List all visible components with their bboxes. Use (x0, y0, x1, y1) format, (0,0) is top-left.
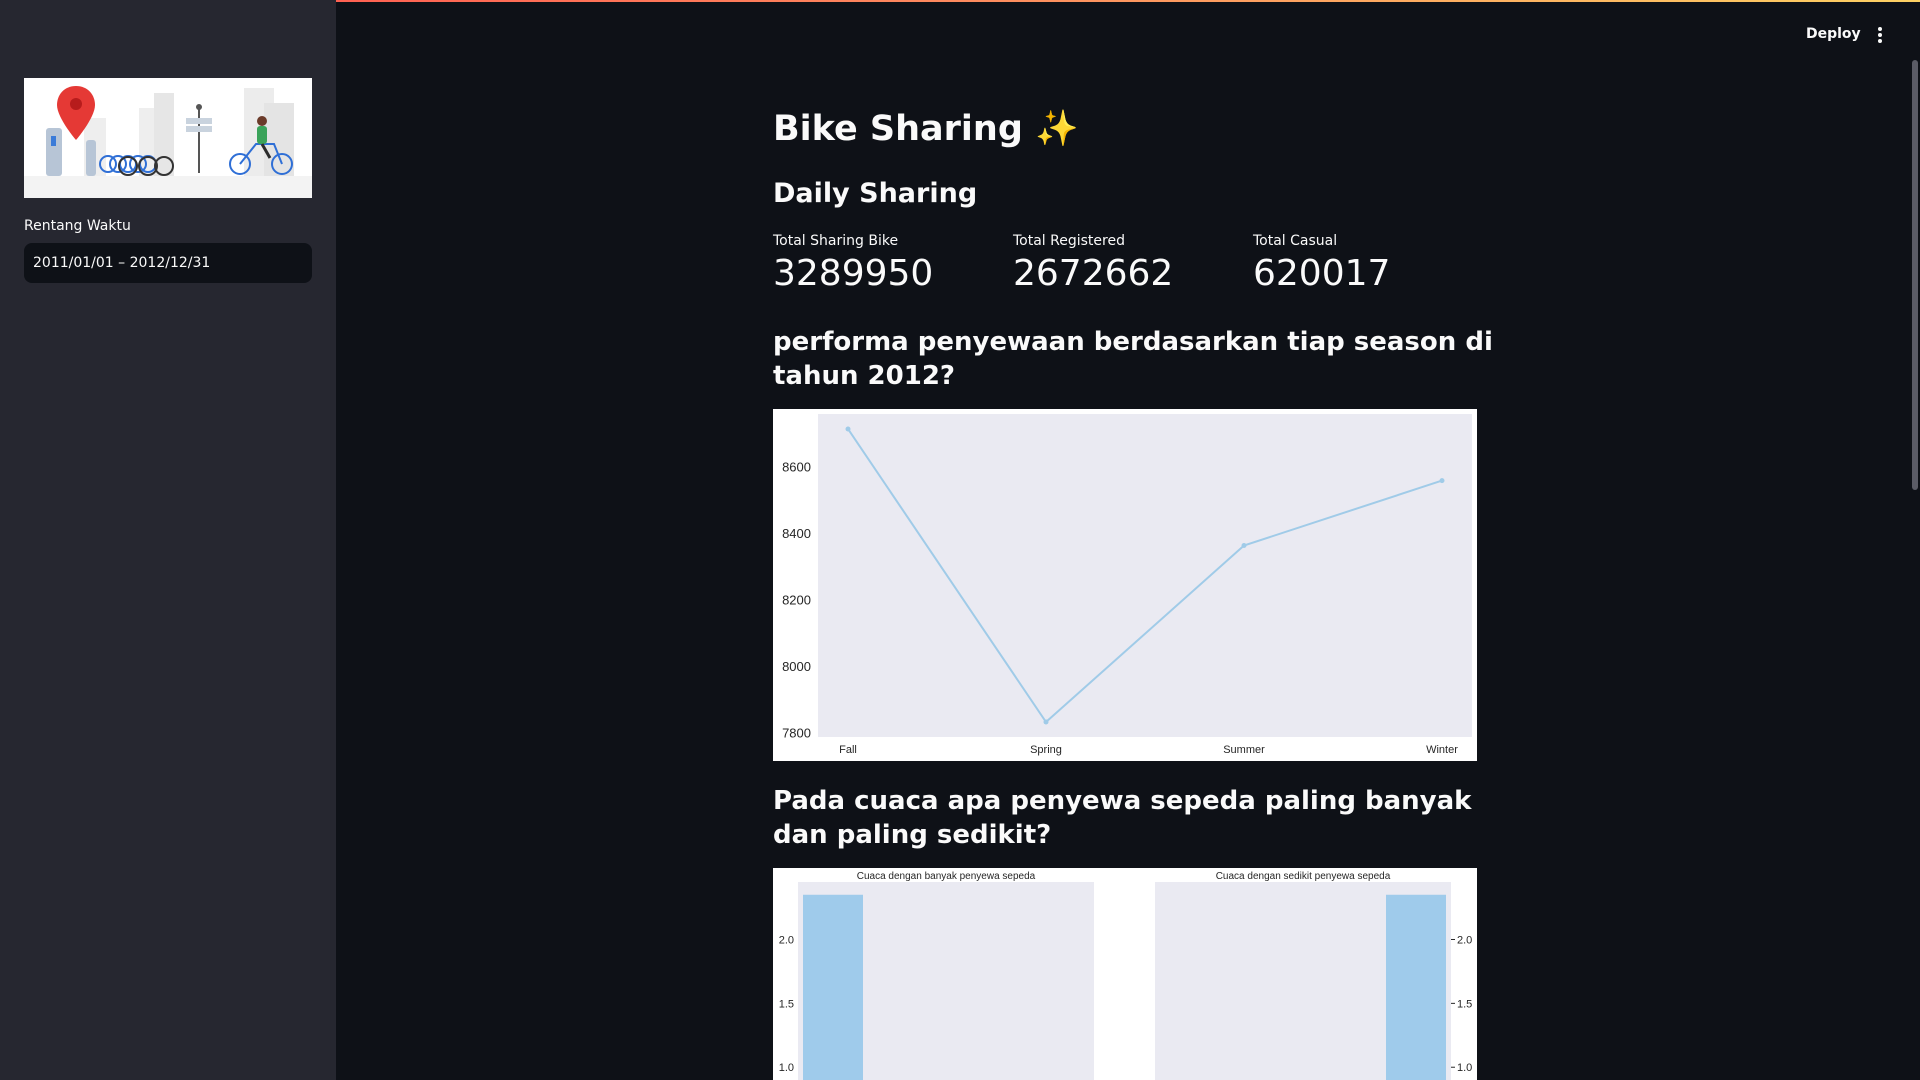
metric-casual-label: Total Casual (1253, 233, 1338, 249)
y-tick-label: 1.0 (779, 1062, 794, 1074)
weather-section-heading: Pada cuaca apa penyewa sepeda paling ban… (773, 786, 1472, 850)
bike-sharing-logo (24, 78, 312, 198)
data-point (845, 426, 851, 432)
kebab-menu-icon[interactable] (1876, 27, 1884, 43)
y-tick-label: 8200 (782, 592, 811, 607)
y-tick-label: 1.5 (1457, 998, 1472, 1010)
bar (803, 894, 863, 1080)
season-line-chart: 7800 8000 8200 8400 8600 Fall Spring Summer Wint… (773, 409, 1477, 761)
metric-total-value: 3289950 (773, 253, 934, 294)
metric-registered-label: Total Registered (1013, 233, 1125, 249)
y-tick-label: 1.0 (1457, 1062, 1472, 1074)
y-tick-label: 8600 (782, 459, 811, 474)
metric-casual-value: 620017 (1253, 253, 1391, 294)
y-tick-label: 8000 (782, 659, 811, 674)
x-tick-label: Summer (1223, 744, 1265, 756)
data-point (1043, 719, 1049, 725)
scrollbar[interactable] (1912, 60, 1918, 490)
x-tick-label: Spring (1030, 744, 1062, 756)
y-tick-label: 2.0 (1457, 934, 1472, 946)
weather-bar-charts: Cuaca dengan banyak penyewa sepeda 1.0 1.5… (773, 868, 1477, 1080)
deploy-button[interactable]: Deploy (1806, 26, 1861, 42)
season-line-chart-svg: 7800 8000 8200 8400 8600 Fall Spring Summer Wint… (782, 414, 1472, 756)
bike-sharing-illustration-icon (24, 78, 312, 198)
x-tick-label: Winter (1426, 744, 1458, 756)
date-range-label: Rentang Waktu (24, 218, 131, 234)
date-range-input[interactable]: 2011/01/01 – 2012/12/31 (24, 243, 312, 283)
metric-registered-value: 2672662 (1013, 253, 1174, 294)
x-tick-label: Fall (839, 744, 857, 756)
daily-sharing-heading: Daily Sharing (773, 178, 978, 209)
data-point (1439, 478, 1445, 484)
page-title: Bike Sharing ✨ (773, 109, 1079, 149)
metric-total-label: Total Sharing Bike (773, 233, 899, 249)
y-tick-label: 1.5 (779, 998, 794, 1010)
y-tick-label: 2.0 (779, 934, 794, 946)
y-tick-label: 8400 (782, 526, 811, 541)
chart-title: Cuaca dengan sedikit penyewa sepeda (1216, 871, 1391, 882)
plot-area (818, 414, 1472, 737)
chart-title: Cuaca dengan banyak penyewa sepeda (857, 871, 1036, 882)
y-tick-label: 7800 (782, 726, 811, 741)
date-range-value: 2011/01/01 – 2012/12/31 (33, 255, 211, 271)
season-section-heading: performa penyewaan berdasarkan tiap seas… (773, 327, 1493, 391)
data-point (1241, 543, 1247, 549)
sidebar: Rentang Waktu 2011/01/01 – 2012/12/31 (0, 0, 336, 1080)
bar (1386, 894, 1446, 1080)
weather-bar-charts-svg: Cuaca dengan banyak penyewa sepeda 1.0 1.5… (779, 871, 1472, 1080)
